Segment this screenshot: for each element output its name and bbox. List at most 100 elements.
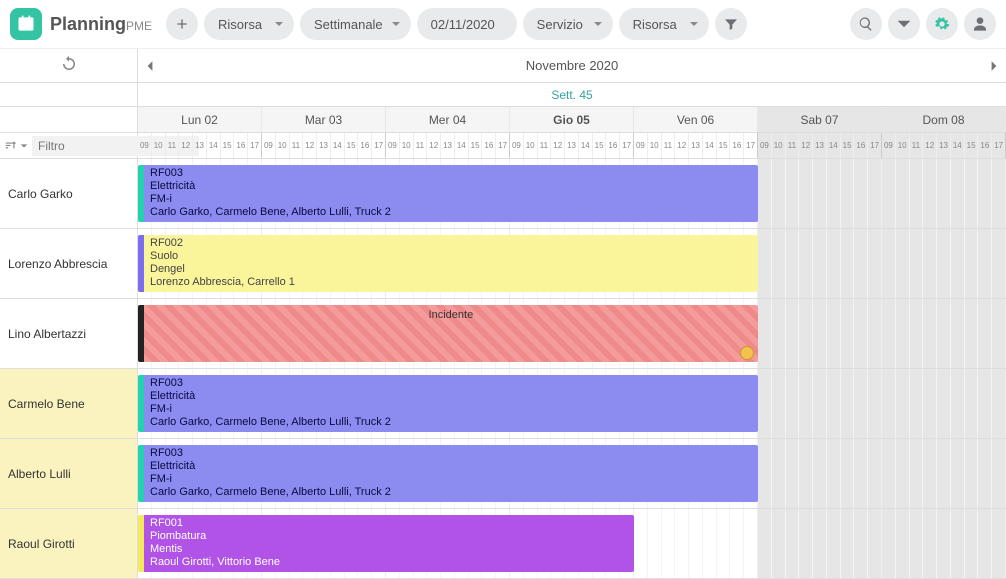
hour-tick: 14 (579, 133, 593, 158)
hour-tick: 14 (207, 133, 221, 158)
hour-tick: 14 (331, 133, 345, 158)
date-input[interactable] (417, 8, 517, 40)
hour-tick: 09 (758, 133, 772, 158)
task-bar[interactable]: RF002SuoloDengelLorenzo Abbrescia, Carre… (138, 235, 758, 292)
hour-tick: 15 (717, 133, 731, 158)
service-dropdown[interactable]: Servizio (523, 8, 613, 40)
hour-tick: 11 (662, 133, 676, 158)
task-line: Elettricità (150, 460, 752, 473)
hour-tick: 16 (730, 133, 744, 158)
hour-tick: 12 (551, 133, 565, 158)
resource-name[interactable]: Lorenzo Abbrescia (0, 229, 138, 298)
hour-tick: 09 (510, 133, 524, 158)
hour-tick: 11 (786, 133, 800, 158)
hour-tick: 16 (482, 133, 496, 158)
refresh-cell (0, 49, 138, 82)
hour-tick: 09 (386, 133, 400, 158)
filter-button[interactable] (715, 8, 747, 40)
hour-tick: 12 (179, 133, 193, 158)
hour-tick: 09 (634, 133, 648, 158)
resource-name[interactable]: Alberto Lulli (0, 439, 138, 508)
gear-icon (934, 16, 950, 32)
prev-period[interactable] (138, 49, 162, 82)
hour-tick: 10 (524, 133, 538, 158)
resource-name[interactable]: Raoul Girotti (0, 509, 138, 578)
task-bar[interactable]: RF003ElettricitàFM-iCarlo Garko, Carmelo… (138, 445, 758, 502)
sort-button[interactable] (4, 139, 28, 153)
chevron-down-icon (689, 19, 699, 29)
timeline[interactable]: RF003ElettricitàFM-iCarlo Garko, Carmelo… (138, 159, 1006, 228)
task-bar[interactable]: RF003ElettricitàFM-iCarlo Garko, Carmelo… (138, 375, 758, 432)
task-line: Incidente (429, 309, 474, 322)
task-line: Elettricità (150, 180, 752, 193)
timeline[interactable]: RF001PiombaturaMentisRaoul Girotti, Vitt… (138, 509, 1006, 578)
refresh-button[interactable] (60, 55, 78, 76)
search-icon (858, 16, 874, 32)
logo-text: PlanningPME (50, 14, 152, 35)
task-line: FM-i (150, 473, 752, 486)
hour-tick: 11 (414, 133, 428, 158)
period-dropdown[interactable]: Settimanale (300, 8, 411, 40)
resource-row: Alberto LulliRF003ElettricitàFM-iCarlo G… (0, 439, 1006, 509)
timeline[interactable]: RF003ElettricitàFM-iCarlo Garko, Carmelo… (138, 439, 1006, 508)
group-by-dropdown[interactable]: Risorsa (619, 8, 709, 40)
hour-tick: 13 (317, 133, 331, 158)
hour-tick: 12 (303, 133, 317, 158)
task-bar[interactable]: RF001PiombaturaMentisRaoul Girotti, Vitt… (138, 515, 634, 572)
search-button[interactable] (850, 8, 882, 40)
resource-name[interactable]: Lino Albertazzi (0, 299, 138, 368)
task-line: FM-i (150, 193, 752, 206)
week-label[interactable]: Sett. 45 (138, 83, 1006, 106)
resource-row: Lorenzo AbbresciaRF002SuoloDengelLorenzo… (0, 229, 1006, 299)
days-header: Lun 02Mar 03Mer 04Gio 05Ven 06Sab 07Dom … (0, 107, 1006, 133)
hour-tick: 15 (221, 133, 235, 158)
chevron-down-icon (20, 142, 28, 150)
logo: PlanningPME (10, 8, 152, 40)
chevron-down-icon (391, 19, 401, 29)
resource-name[interactable]: Carlo Garko (0, 159, 138, 228)
settings-button[interactable] (926, 8, 958, 40)
day-header[interactable]: Dom 08 (882, 107, 1006, 132)
hour-tick: 14 (827, 133, 841, 158)
hour-tick: 17 (248, 133, 261, 158)
task-line: Suolo (150, 250, 752, 263)
hour-tick: 12 (427, 133, 441, 158)
next-period[interactable] (982, 49, 1006, 82)
task-bar[interactable]: RF003ElettricitàFM-iCarlo Garko, Carmelo… (138, 165, 758, 222)
hour-tick: 16 (234, 133, 248, 158)
hour-tick: 09 (882, 133, 896, 158)
task-line: RF003 (150, 447, 752, 460)
hour-tick: 14 (455, 133, 469, 158)
day-header[interactable]: Lun 02 (138, 107, 262, 132)
day-header[interactable]: Sab 07 (758, 107, 882, 132)
day-header[interactable]: Mer 04 (386, 107, 510, 132)
timeline[interactable]: Incidente (138, 299, 1006, 368)
task-line: Lorenzo Abbrescia, Carrello 1 (150, 276, 752, 289)
add-button[interactable] (166, 8, 198, 40)
task-bar[interactable]: Incidente (138, 305, 758, 362)
timeline[interactable]: RF002SuoloDengelLorenzo Abbrescia, Carre… (138, 229, 1006, 298)
filter-row: 0910111213141516170910111213141516170910… (0, 133, 1006, 159)
more-button[interactable] (888, 8, 920, 40)
hour-tick: 13 (441, 133, 455, 158)
hour-tick: 13 (193, 133, 207, 158)
resource-row: Carlo GarkoRF003ElettricitàFM-iCarlo Gar… (0, 159, 1006, 229)
day-header[interactable]: Mar 03 (262, 107, 386, 132)
hour-tick: 14 (951, 133, 965, 158)
resource-row: Lino Albertazzi Incidente (0, 299, 1006, 369)
plus-icon (174, 16, 190, 32)
task-line: Dengel (150, 263, 752, 276)
timeline[interactable]: RF003ElettricitàFM-iCarlo Garko, Carmelo… (138, 369, 1006, 438)
day-header[interactable]: Gio 05 (510, 107, 634, 132)
resource-name[interactable]: Carmelo Bene (0, 369, 138, 438)
user-button[interactable] (964, 8, 996, 40)
view-by-dropdown[interactable]: Risorsa (204, 8, 294, 40)
hour-tick: 16 (854, 133, 868, 158)
hour-tick: 15 (469, 133, 483, 158)
month-label: Novembre 2020 (162, 58, 982, 73)
funnel-icon (723, 16, 739, 32)
task-line: Raoul Girotti, Vittorio Bene (150, 556, 628, 569)
scheduler-grid: Carlo GarkoRF003ElettricitàFM-iCarlo Gar… (0, 159, 1006, 579)
sort-icon (4, 139, 18, 153)
day-header[interactable]: Ven 06 (634, 107, 758, 132)
